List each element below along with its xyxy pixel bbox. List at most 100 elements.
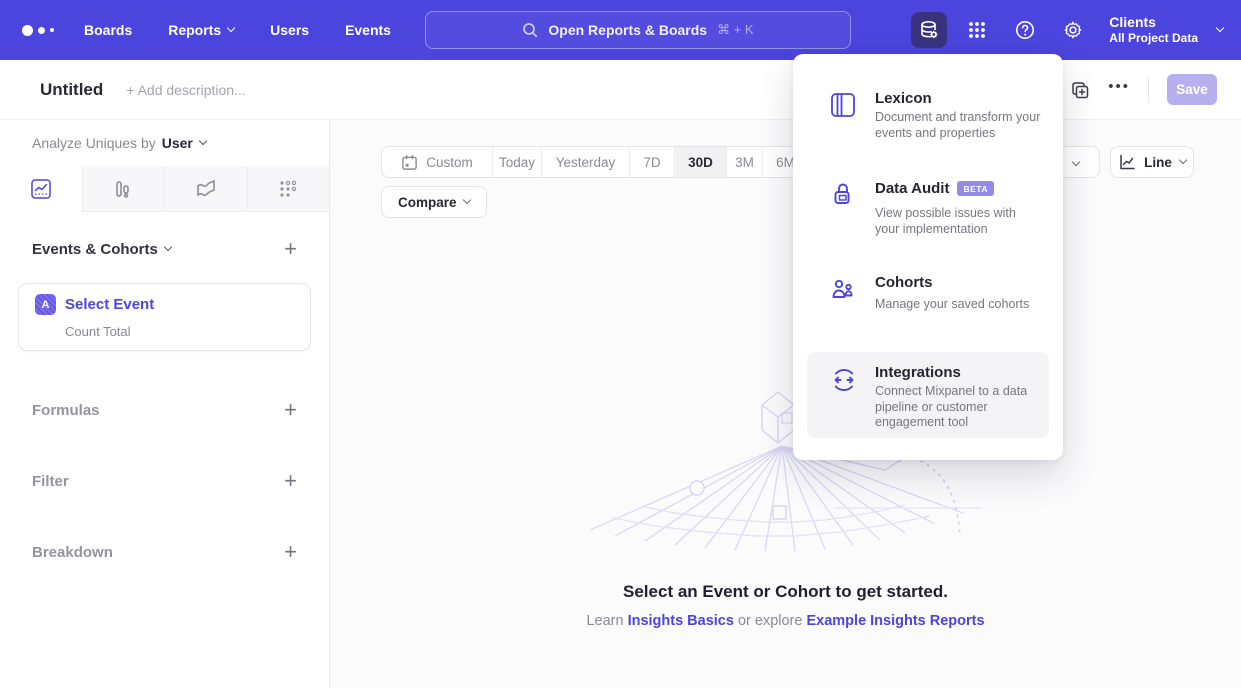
- nav-item-boards[interactable]: Boards: [84, 22, 132, 38]
- report-title[interactable]: Untitled: [40, 80, 103, 100]
- data-audit-icon: [830, 182, 856, 208]
- date-range-yesterday[interactable]: Yesterday: [541, 147, 629, 177]
- gear-icon: [1062, 19, 1084, 41]
- chevron-down-icon: [1072, 158, 1080, 166]
- nav-item-events[interactable]: Events: [345, 22, 391, 38]
- add-breakdown-button[interactable]: +: [284, 541, 297, 563]
- date-range-today[interactable]: Today: [492, 147, 541, 177]
- breakdown-section: Breakdown +: [0, 541, 329, 563]
- date-range-3m[interactable]: 3M: [726, 147, 762, 177]
- filter-label: Filter: [32, 473, 69, 490]
- breakdown-label: Breakdown: [32, 544, 113, 561]
- date-range-label: 30D: [688, 155, 713, 170]
- mixpanel-logo[interactable]: [22, 25, 62, 36]
- global-search-input[interactable]: Open Reports & Boards ⌘ + K: [425, 11, 851, 49]
- formulas-section: Formulas +: [0, 399, 329, 421]
- chart-type-dropdown[interactable]: Line: [1110, 146, 1194, 178]
- date-range-7d[interactable]: 7D: [629, 147, 674, 177]
- tab-stacked-chart[interactable]: [164, 166, 247, 212]
- divider: [1148, 77, 1149, 103]
- cohorts-icon: [830, 276, 858, 304]
- stacked-area-icon: [195, 178, 217, 200]
- chevron-down-icon: [227, 24, 235, 32]
- line-chart-icon: [30, 178, 52, 200]
- date-range-label: 3M: [735, 155, 754, 170]
- nav-item-reports[interactable]: Reports: [168, 22, 234, 38]
- insights-basics-link[interactable]: Insights Basics: [628, 613, 734, 629]
- empty-state-heading: Select an Event or Cohort to get started…: [330, 582, 1241, 602]
- save-button[interactable]: Save: [1167, 74, 1217, 105]
- nav-item-users[interactable]: Users: [270, 22, 309, 38]
- beta-badge: BETA: [957, 181, 994, 196]
- chevron-down-icon: [462, 196, 470, 204]
- analyze-by-dropdown[interactable]: User: [162, 135, 206, 151]
- events-cohorts-section: Events & Cohorts +: [0, 238, 329, 260]
- more-options-button[interactable]: •••: [1108, 78, 1130, 95]
- date-range-30d[interactable]: 30D: [674, 147, 726, 177]
- tab-line-chart[interactable]: [0, 166, 82, 212]
- menu-item-title: Data Audit: [875, 180, 949, 197]
- compare-label: Compare: [398, 195, 457, 210]
- settings-button[interactable]: [1055, 12, 1091, 48]
- date-range-label: Custom: [426, 155, 473, 170]
- chevron-down-icon: [164, 243, 172, 251]
- empty-state-subtext: Learn Insights Basics or explore Example…: [330, 613, 1241, 629]
- data-management-button[interactable]: [911, 12, 947, 48]
- top-navbar: Boards Reports Users Events Open Reports…: [0, 0, 1241, 60]
- search-icon: [522, 22, 538, 38]
- add-formula-button[interactable]: +: [284, 399, 297, 421]
- calendar-icon: [401, 154, 418, 171]
- project-title: Clients: [1109, 14, 1198, 32]
- query-sidebar: Analyze Uniques by User: [0, 120, 330, 688]
- chart-type-label: Line: [1144, 155, 1172, 170]
- menu-item-lexicon[interactable]: Lexicon Document and transform your even…: [807, 78, 1049, 168]
- menu-item-data-audit[interactable]: Data Audit BETA View possible issues wit…: [807, 168, 1049, 264]
- date-range-control: Custom Today Yesterday 7D 30D 3M 6M: [381, 146, 809, 178]
- events-cohorts-label: Events & Cohorts: [32, 241, 158, 258]
- search-placeholder: Open Reports & Boards: [548, 22, 707, 38]
- date-range-label: Today: [499, 155, 535, 170]
- menu-item-description: Manage your saved cohorts: [875, 297, 1065, 313]
- apps-grid-button[interactable]: [959, 12, 995, 48]
- menu-item-integrations[interactable]: Integrations Connect Mixpanel to a data …: [807, 352, 1049, 438]
- menu-item-title: Integrations: [875, 364, 961, 381]
- date-range-custom[interactable]: Custom: [382, 147, 492, 177]
- help-button[interactable]: [1007, 12, 1043, 48]
- event-card[interactable]: A Select Event Count Total: [18, 283, 311, 351]
- tab-bar-chart[interactable]: [82, 166, 165, 212]
- line-chart-icon: [1118, 153, 1136, 171]
- count-total-selector[interactable]: Count Total: [65, 324, 131, 339]
- tab-metrics-grid[interactable]: [247, 166, 330, 212]
- example-reports-link[interactable]: Example Insights Reports: [806, 613, 984, 629]
- duplicate-button[interactable]: [1070, 80, 1090, 100]
- copy-plus-icon: [1070, 80, 1090, 100]
- menu-item-description: Connect Mixpanel to a data pipeline or c…: [875, 384, 1043, 431]
- date-range-label: 7D: [643, 155, 660, 170]
- add-filter-button[interactable]: +: [284, 470, 297, 492]
- select-event-button[interactable]: Select Event: [65, 296, 154, 313]
- chevron-down-icon: [1216, 24, 1224, 32]
- nav-label: Boards: [84, 22, 132, 38]
- database-gear-icon: [918, 19, 940, 41]
- chevron-down-icon: [199, 137, 207, 145]
- bar-chart-icon: [112, 178, 134, 200]
- date-range-label: Yesterday: [556, 155, 616, 170]
- navbar-right: Clients All Project Data: [911, 0, 1223, 60]
- project-switcher[interactable]: Clients All Project Data: [1109, 14, 1223, 47]
- search-shortcut: ⌘ + K: [717, 22, 754, 38]
- subtext-prefix: Learn: [586, 613, 623, 629]
- add-description-field[interactable]: + Add description...: [126, 82, 245, 98]
- analyze-by-value: User: [162, 135, 193, 151]
- lexicon-icon: [830, 92, 856, 118]
- filter-section: Filter +: [0, 470, 329, 492]
- events-cohorts-dropdown[interactable]: Events & Cohorts: [32, 241, 171, 258]
- menu-item-cohorts[interactable]: Cohorts Manage your saved cohorts: [807, 264, 1049, 336]
- report-canvas: Custom Today Yesterday 7D 30D 3M 6M Comp…: [330, 120, 1241, 688]
- nav-label: Events: [345, 22, 391, 38]
- add-event-button[interactable]: +: [284, 238, 297, 260]
- grid-dots-icon: [967, 20, 987, 40]
- compare-button[interactable]: Compare: [381, 186, 487, 218]
- menu-item-title: Cohorts: [875, 274, 933, 291]
- menu-item-description: View possible issues with your implement…: [875, 206, 1043, 237]
- project-subtitle: All Project Data: [1109, 31, 1198, 46]
